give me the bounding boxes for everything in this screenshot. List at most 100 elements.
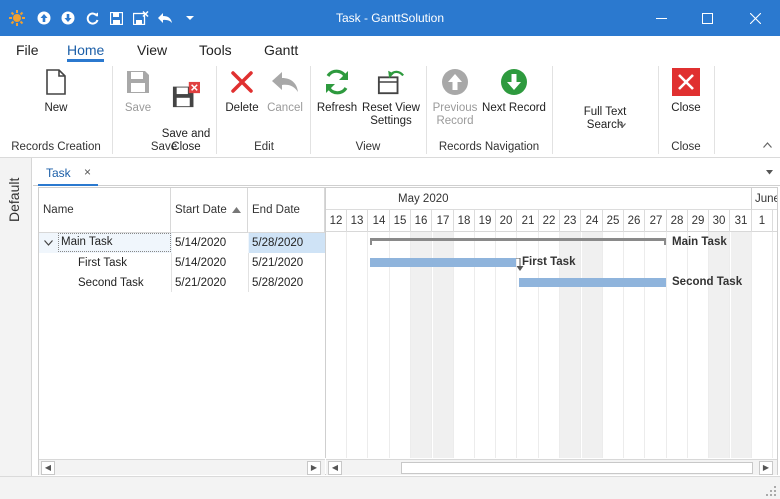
scroll-left-button[interactable]: ◀	[328, 461, 342, 475]
end-date[interactable]: 5/28/2020	[252, 273, 303, 293]
scroll-right-button[interactable]: ▶	[307, 461, 321, 475]
group-separator	[216, 66, 217, 154]
group-separator	[714, 66, 715, 154]
scroll-left-button[interactable]: ◀	[41, 461, 55, 475]
save-icon	[124, 68, 152, 96]
start-date[interactable]: 5/14/2020	[172, 233, 248, 253]
task-bar-label: Second Task	[672, 276, 743, 288]
day-tick-label: 26	[624, 210, 645, 232]
close-window-button[interactable]	[730, 0, 780, 36]
dependency-arrow[interactable]	[510, 258, 530, 278]
column-header-name[interactable]: Name	[39, 188, 171, 232]
day-tick-label: 24	[582, 210, 603, 232]
chevron-down-icon[interactable]	[44, 240, 53, 246]
day-column	[667, 232, 688, 458]
previous-record-qa-icon[interactable]	[36, 9, 52, 27]
close-tab-icon[interactable]: ×	[84, 165, 91, 179]
sort-ascending-icon	[232, 207, 241, 213]
task-bar-label: First Task	[522, 256, 576, 268]
group-separator	[658, 66, 659, 154]
tab-file[interactable]: File	[16, 42, 39, 58]
save-qa-icon[interactable]	[108, 9, 124, 27]
end-date[interactable]: 5/21/2020	[252, 253, 303, 273]
status-bar	[0, 476, 780, 499]
task-name[interactable]: First Task	[78, 253, 127, 273]
day-tick-label: 25	[603, 210, 624, 232]
task-bar[interactable]	[370, 258, 516, 267]
group-close: Close	[671, 141, 701, 153]
day-column	[582, 232, 603, 458]
gantt-chart[interactable]: May 2020 June 12131415161718192021222324…	[325, 188, 777, 458]
end-date[interactable]: 5/28/2020	[249, 233, 325, 253]
reset-view-settings-button[interactable]: Reset View Settings	[362, 68, 420, 128]
day-tick-label: 19	[475, 210, 496, 232]
column-header-end-date[interactable]: End Date	[248, 188, 325, 232]
tab-view[interactable]: View	[137, 42, 167, 58]
tab-tools[interactable]: Tools	[199, 42, 232, 58]
tab-gantt[interactable]: Gantt	[264, 42, 298, 58]
refresh-icon	[323, 68, 351, 96]
day-column	[326, 232, 347, 458]
resize-grip-icon[interactable]	[766, 486, 776, 496]
table-row[interactable]: Main Task 5/14/2020 5/28/2020	[39, 233, 325, 253]
refresh-button[interactable]: Refresh	[316, 68, 358, 115]
app-logo-icon	[8, 9, 26, 27]
gantt-control: Name Start Date End Date Main Task 5/14/…	[38, 187, 778, 475]
title-bar: Task - GanttSolution	[0, 0, 780, 36]
minimize-button[interactable]	[638, 0, 684, 36]
document-tabs: Task ×	[33, 158, 780, 186]
chevron-down-icon	[619, 123, 626, 128]
task-bar[interactable]	[519, 278, 666, 287]
group-separator	[426, 66, 427, 154]
day-tick-label: 22	[539, 210, 560, 232]
start-date[interactable]: 5/14/2020	[175, 253, 226, 273]
collapse-ribbon-icon[interactable]	[763, 142, 772, 148]
table-row[interactable]: First Task 5/14/2020 5/21/2020	[39, 253, 325, 273]
delete-button[interactable]: Delete	[222, 68, 262, 115]
previous-record-button[interactable]: Previous Record	[432, 68, 478, 128]
grid-horizontal-scrollbar[interactable]: ◀ ▶	[39, 459, 325, 475]
tab-task-label: Task	[46, 166, 71, 180]
day-tick-label: 20	[496, 210, 517, 232]
undo-icon	[271, 68, 299, 96]
day-tick-label: 27	[646, 210, 667, 232]
chart-horizontal-scrollbar[interactable]: ◀ ▶	[326, 459, 777, 475]
scroll-right-button[interactable]: ▶	[759, 461, 773, 475]
day-tick-label: 12	[326, 210, 347, 232]
task-name[interactable]: Main Task	[58, 233, 171, 252]
group-separator	[112, 66, 113, 154]
save-close-qa-icon[interactable]	[132, 9, 150, 27]
full-text-search-button[interactable]: Full Text Search	[574, 106, 636, 132]
table-row[interactable]: Second Task 5/21/2020 5/28/2020	[39, 273, 325, 293]
arrow-down-circle-icon	[500, 68, 528, 96]
refresh-qa-icon[interactable]	[84, 9, 100, 27]
sidebar-item-default[interactable]: Default	[6, 178, 22, 222]
next-record-qa-icon[interactable]	[60, 9, 76, 27]
reset-view-icon	[377, 68, 405, 96]
start-date[interactable]: 5/21/2020	[175, 273, 226, 293]
summary-bar-cap	[664, 238, 666, 245]
close-button[interactable]: Close	[666, 68, 706, 115]
cancel-button[interactable]: Cancel	[264, 68, 306, 115]
summary-task-bar[interactable]	[370, 238, 666, 241]
tab-home[interactable]: Home	[67, 42, 104, 58]
new-document-icon	[42, 68, 70, 96]
navigation-sidebar: Default	[0, 158, 32, 499]
day-tick-label: 23	[560, 210, 581, 232]
save-close-icon	[172, 81, 200, 109]
day-column	[624, 232, 645, 458]
group-separator	[552, 66, 553, 154]
column-header-start-date[interactable]: Start Date	[171, 188, 248, 232]
save-button[interactable]: Save	[120, 68, 156, 115]
tab-task[interactable]: Task ×	[38, 160, 98, 186]
tabs-dropdown-icon[interactable]	[766, 170, 773, 175]
scrollbar-thumb[interactable]	[401, 462, 753, 474]
new-button[interactable]: New	[38, 68, 74, 115]
day-tick-label: 28	[667, 210, 688, 232]
next-record-button[interactable]: Next Record	[482, 68, 546, 115]
task-name[interactable]: Second Task	[78, 273, 144, 293]
maximize-button[interactable]	[684, 0, 730, 36]
group-save: Save	[150, 141, 178, 153]
undo-qa-icon[interactable]	[156, 9, 174, 27]
customize-qa-icon[interactable]	[184, 9, 196, 27]
